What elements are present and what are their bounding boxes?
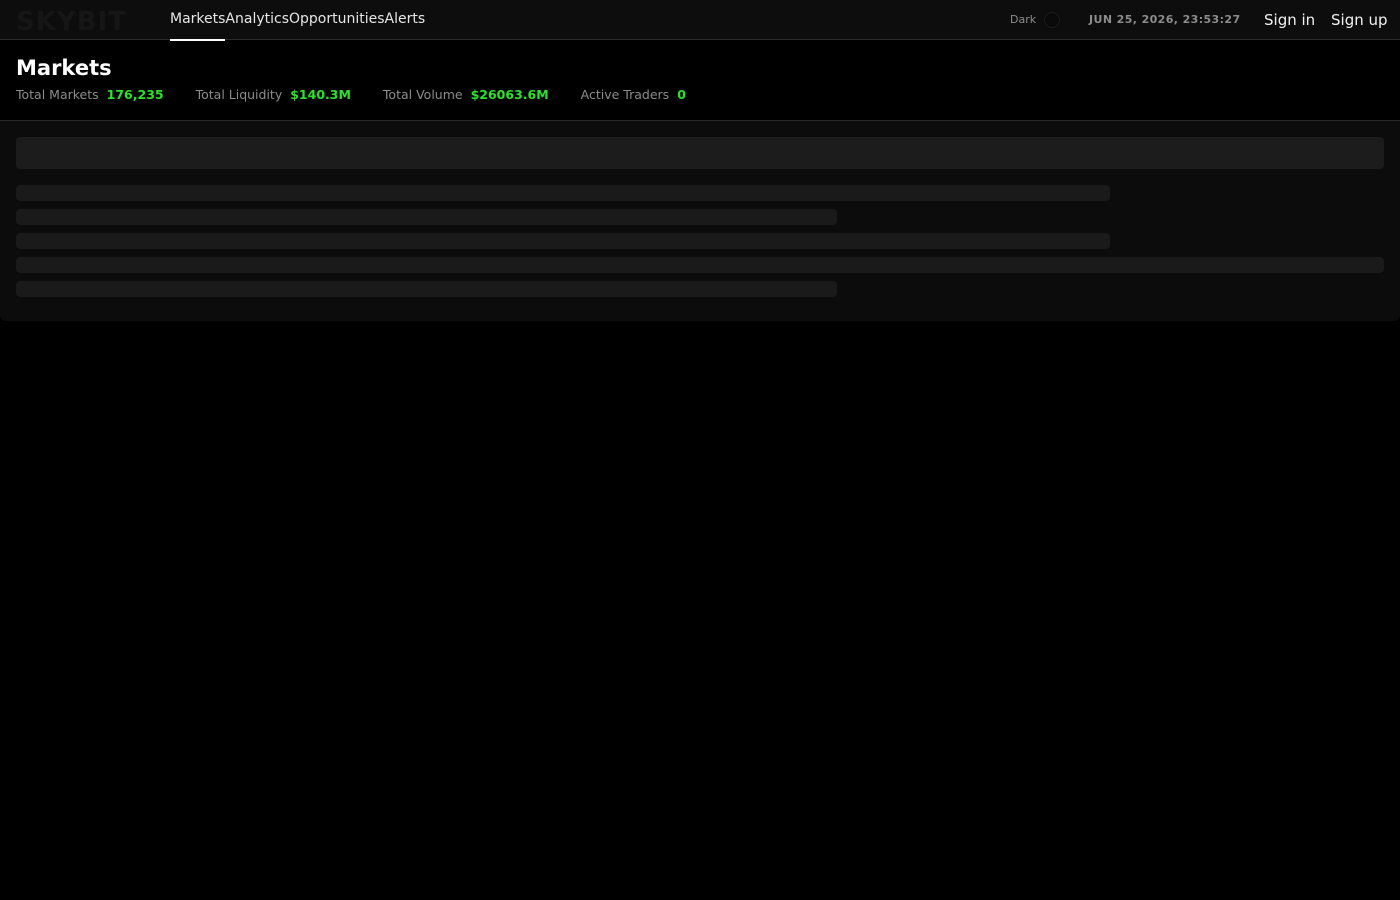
stat-value: 0 [677, 87, 686, 102]
markets-header: Markets Total Markets 176,235 Total Liqu… [0, 40, 1400, 121]
tab-markets[interactable]: Markets [170, 0, 226, 41]
tab-opportunities[interactable]: Opportunities [289, 0, 385, 40]
stat-label: Total Liquidity [195, 87, 283, 102]
theme-toggle-knob-icon[interactable] [1044, 12, 1061, 28]
stat-label: Active Traders [580, 87, 670, 102]
stat-total-volume: Total Volume $26063.6M [383, 87, 549, 103]
stat-label: Total Markets [16, 87, 99, 102]
top-nav-bar: SKYBIT Markets Analytics Opportunities A… [0, 0, 1400, 41]
theme-label: Dark [1010, 13, 1037, 26]
skeleton-row [16, 209, 837, 225]
sign-in-button[interactable]: Sign in [1264, 10, 1315, 30]
stat-total-liquidity: Total Liquidity $140.3M [196, 87, 351, 103]
skybit-logo[interactable]: SKYBIT [16, 5, 142, 35]
page-title: Markets [16, 56, 112, 80]
stat-label: Total Volume [382, 87, 463, 102]
logo-text: SKYBIT [16, 7, 127, 35]
main-nav-tabs: Markets Analytics Opportunities Alerts [170, 0, 426, 41]
stat-active-traders: Active Traders 0 [581, 87, 686, 103]
skeleton-row [16, 233, 1110, 249]
market-stats: Total Markets 176,235 Total Liquidity $1… [16, 87, 718, 103]
theme-toggle[interactable]: Dark [1010, 11, 1061, 29]
markets-loading-skeleton [0, 121, 1400, 321]
skeleton-row [16, 281, 837, 297]
datetime-clock: JUN 25, 2026, 23:53:27 [1089, 13, 1241, 26]
skeleton-row [16, 257, 1384, 273]
stat-value: 176,235 [106, 87, 164, 102]
sign-up-button[interactable]: Sign up [1331, 10, 1388, 30]
skeleton-header-bar [16, 137, 1384, 169]
stat-value: $140.3M [290, 87, 351, 102]
tab-analytics[interactable]: Analytics [225, 0, 289, 40]
tab-alerts[interactable]: Alerts [385, 0, 426, 40]
skeleton-row [16, 185, 1110, 201]
stat-value: $26063.6M [470, 87, 549, 102]
stat-total-markets: Total Markets 176,235 [16, 87, 164, 103]
